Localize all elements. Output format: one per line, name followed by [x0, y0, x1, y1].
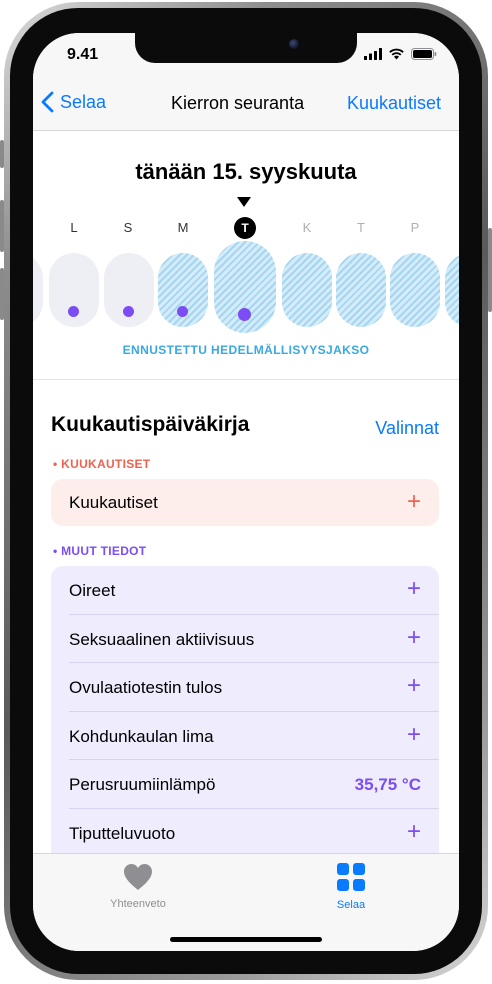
tab-browse[interactable]: Selaa: [291, 862, 411, 911]
weekday-label-today[interactable]: T: [234, 217, 256, 239]
temperature-value: 35,75 °C: [354, 775, 421, 794]
period-row-label: Kuukautiset: [69, 493, 158, 512]
power-button: [488, 228, 492, 312]
silent-switch: [0, 140, 4, 168]
plus-icon[interactable]: +: [407, 721, 421, 749]
logged-data-dot: [177, 306, 188, 317]
tab-summary[interactable]: Yhteenveto: [78, 862, 198, 910]
day-cell[interactable]: [33, 253, 43, 327]
list-item-label: Tiputteluvuoto: [69, 823, 176, 843]
heart-icon: [124, 864, 152, 890]
back-button-label: Selaa: [60, 91, 107, 112]
options-button[interactable]: Valinnat: [375, 418, 439, 439]
back-button[interactable]: Selaa: [41, 91, 106, 113]
list-item-label: Oireet: [69, 581, 116, 600]
weekday-label: K: [302, 220, 312, 235]
day-cell-today[interactable]: [214, 241, 276, 333]
other-data-category-label: • MUUT TIEDOT: [53, 544, 147, 558]
weekday-labels: L S M T K T P: [33, 217, 459, 239]
screen: 9.41 Selaa Kierron seuranta Kuukautiset …: [33, 33, 459, 951]
plus-icon[interactable]: +: [407, 488, 421, 516]
list-item-label: Kohdunkaulan lima: [69, 726, 214, 746]
weekday-label: S: [123, 220, 133, 235]
camera: [289, 39, 299, 49]
plus-icon[interactable]: +: [407, 672, 421, 700]
today-indicator-arrow: [237, 197, 251, 207]
tab-summary-label: Yhteenveto: [110, 898, 166, 910]
notch: [135, 33, 357, 63]
list-item-sexual-activity[interactable]: Seksuaalinen aktiivisuus +: [69, 615, 439, 663]
cellular-signal-icon: [364, 48, 382, 60]
day-cell[interactable]: [49, 253, 99, 327]
logged-data-dot: [123, 306, 134, 317]
divider: [33, 379, 459, 380]
other-data-list: Oireet + Seksuaalinen aktiivisuus + Ovul…: [51, 566, 439, 866]
chevron-left-icon: [41, 91, 54, 113]
weekday-label: M: [177, 220, 189, 235]
plus-icon[interactable]: +: [407, 575, 421, 603]
grid-icon: [337, 863, 365, 891]
plus-icon[interactable]: +: [407, 624, 421, 652]
day-cell-fertile[interactable]: [336, 253, 386, 327]
logged-data-dot: [238, 308, 251, 321]
status-time: 9.41: [67, 46, 99, 63]
day-cell-fertile[interactable]: [158, 253, 208, 327]
list-item-label: Seksuaalinen aktiivisuus: [69, 629, 255, 649]
period-category-text: KUUKAUTISET: [61, 457, 151, 471]
day-cell-fertile[interactable]: [390, 253, 440, 327]
day-cell[interactable]: [104, 253, 154, 327]
fertile-window-label: ENNUSTETTU HEDELMÄLLISYYSJAKSO: [122, 343, 370, 357]
today-date-label: tänään 15. syyskuuta: [135, 159, 357, 184]
weekday-label: L: [70, 220, 78, 235]
list-item-ovulation-test[interactable]: Ovulaatiotestin tulos +: [69, 663, 439, 712]
logged-data-dot: [68, 306, 79, 317]
weekday-label: P: [410, 220, 420, 235]
list-item-spotting[interactable]: Tiputteluvuoto +: [69, 809, 439, 858]
navigation-bar: Selaa Kierron seuranta Kuukautiset: [33, 79, 459, 131]
list-item-cervical-mucus[interactable]: Kohdunkaulan lima +: [69, 712, 439, 760]
list-item-basal-body-temperature[interactable]: Perusruumiinlämpö 35,75 °C: [69, 760, 439, 809]
plus-icon[interactable]: +: [407, 818, 421, 846]
day-cell-fertile[interactable]: [282, 253, 332, 327]
volume-up-button: [0, 200, 4, 252]
page-title: Kierron seuranta: [171, 93, 305, 113]
list-item-symptoms[interactable]: Oireet +: [69, 566, 439, 615]
list-item-label: Ovulaatiotestin tulos: [69, 678, 223, 697]
period-category-label: • KUUKAUTISET: [53, 457, 151, 471]
cycle-log-title: Kuukautispäiväkirja: [51, 413, 250, 436]
volume-down-button: [0, 268, 4, 320]
home-indicator[interactable]: [170, 937, 322, 942]
day-cell-fertile[interactable]: [445, 253, 459, 327]
status-icons: [364, 48, 437, 60]
other-data-category-text: MUUT TIEDOT: [61, 544, 147, 558]
weekday-label: T: [357, 220, 365, 235]
periods-button[interactable]: Kuukautiset: [347, 93, 441, 114]
battery-icon: [411, 48, 437, 60]
list-item-label: Perusruumiinlämpö: [69, 775, 216, 794]
period-row[interactable]: Kuukautiset +: [51, 479, 439, 526]
tab-browse-label: Selaa: [336, 899, 366, 911]
wifi-icon: [389, 48, 404, 60]
